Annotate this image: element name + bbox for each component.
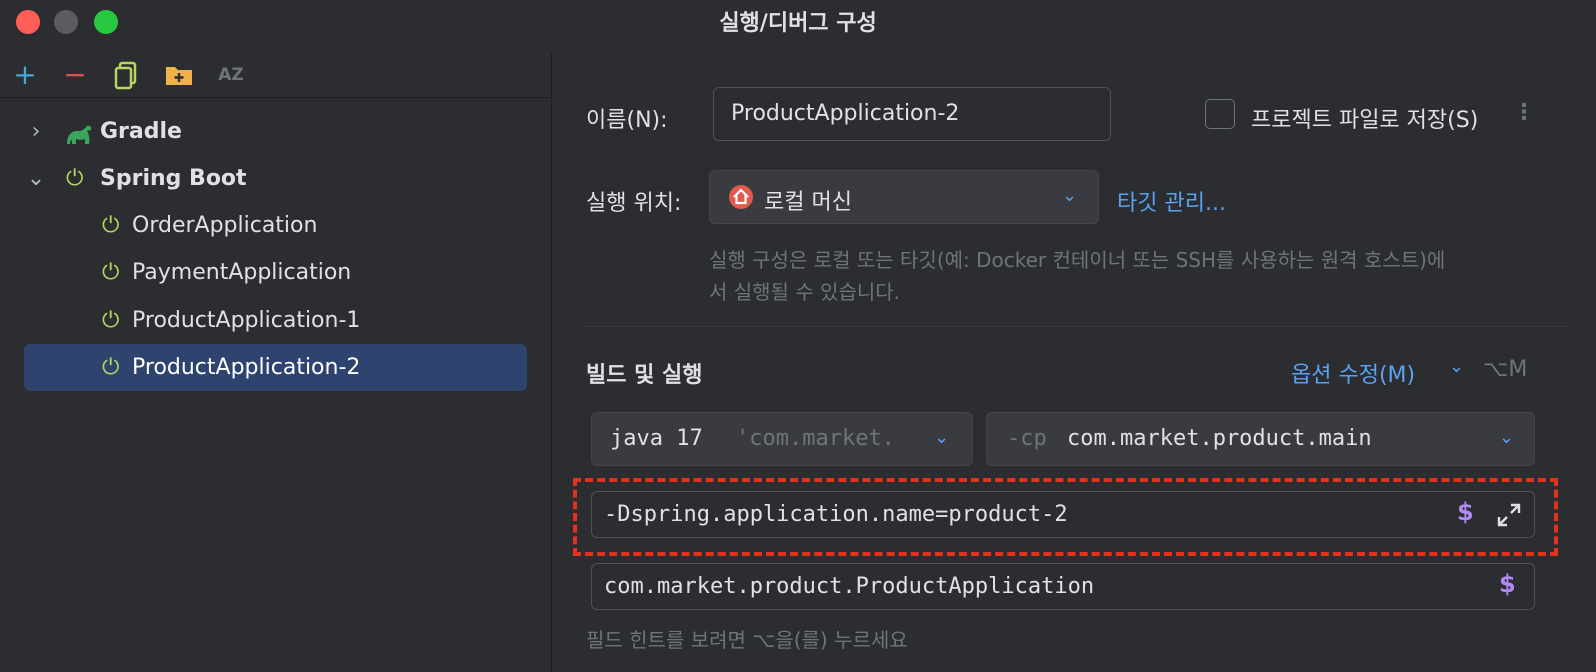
store-as-project-file-checkbox[interactable] bbox=[1205, 99, 1235, 129]
window-title: 실행/디버그 구성 bbox=[719, 11, 877, 36]
name-input-value: ProductApplication-2 bbox=[731, 101, 960, 126]
configurations-sidebar: + − AZ › Gradle ⌄ ⏻ Spring Boot ⏻ OrderA… bbox=[0, 52, 552, 672]
classpath-prefix: -cp bbox=[1007, 426, 1047, 451]
classpath-dropdown[interactable]: -cp com.market.product.main ⌄ bbox=[986, 412, 1535, 466]
modify-options-link[interactable]: 옵션 수정(M) bbox=[1291, 357, 1415, 389]
manage-targets-link[interactable]: 타깃 관리... bbox=[1117, 185, 1226, 217]
copy-icon bbox=[114, 61, 137, 90]
store-as-project-file-label: 프로젝트 파일로 저장(S) bbox=[1251, 108, 1479, 133]
tree-group-gradle[interactable]: › Gradle bbox=[26, 109, 526, 155]
tree-item-label: ProductApplication-1 bbox=[132, 308, 361, 333]
run-on-hint-line: 실행 구성은 로컬 또는 타깃(예: Docker 컨테이너 또는 SSH를 사… bbox=[709, 248, 1446, 272]
spring-boot-icon: ⏻ bbox=[66, 166, 84, 191]
main-class-input[interactable]: com.market.product.ProductApplication $ bbox=[591, 563, 1535, 610]
copy-configuration-button[interactable] bbox=[112, 60, 142, 90]
build-and-run-title: 빌드 및 실행 bbox=[586, 363, 703, 388]
configuration-form: 이름(N): ProductApplication-2 프로젝트 파일로 저장(… bbox=[553, 52, 1596, 672]
chevron-right-icon[interactable]: › bbox=[26, 109, 46, 155]
jre-hint: 'com.market. bbox=[736, 426, 895, 451]
chevron-down-icon: ⌄ bbox=[1062, 185, 1078, 206]
toolbar-divider bbox=[0, 97, 552, 98]
jre-value: java 17 bbox=[610, 426, 703, 451]
tree-item-label: PaymentApplication bbox=[132, 260, 352, 285]
more-options-icon[interactable]: ⋮ bbox=[1513, 100, 1535, 125]
run-on-value: 로컬 머신 bbox=[764, 190, 852, 215]
title-bar: 실행/디버그 구성 bbox=[0, 0, 1596, 52]
sidebar-toolbar: + − AZ bbox=[0, 52, 552, 96]
tree-item-order-application[interactable]: ⏻ OrderApplication bbox=[102, 203, 522, 249]
chevron-down-icon[interactable]: ⌄ bbox=[26, 156, 46, 202]
remove-configuration-button[interactable]: − bbox=[60, 60, 90, 90]
insert-macro-icon[interactable]: $ bbox=[1499, 570, 1516, 598]
run-on-hint: 실행 구성은 로컬 또는 타깃(예: Docker 컨테이너 또는 SSH를 사… bbox=[709, 244, 1569, 308]
add-configuration-button[interactable]: + bbox=[10, 60, 40, 90]
chevron-down-icon: ⌄ bbox=[934, 427, 950, 448]
run-on-dropdown[interactable]: 로컬 머신 ⌄ bbox=[709, 170, 1099, 224]
spring-boot-icon: ⏻ bbox=[102, 355, 120, 380]
modify-options-shortcut: ⌥M bbox=[1483, 357, 1528, 382]
run-on-label: 실행 위치: bbox=[586, 191, 682, 216]
spring-boot-icon: ⏻ bbox=[102, 308, 120, 333]
run-on-hint-line: 서 실행될 수 있습니다. bbox=[709, 280, 901, 304]
name-label: 이름(N): bbox=[586, 108, 668, 133]
classpath-value: com.market.product.main bbox=[1067, 426, 1372, 451]
spring-boot-icon: ⏻ bbox=[102, 260, 120, 285]
sort-alphabetically-button[interactable]: AZ bbox=[216, 60, 246, 90]
jre-dropdown[interactable]: java 17 'com.market. ⌄ bbox=[591, 412, 973, 466]
field-hint: 필드 힌트를 보려면 ⌥을(를) 누르세요 bbox=[586, 628, 908, 652]
new-folder-button[interactable] bbox=[164, 60, 194, 90]
tree-item-payment-application[interactable]: ⏻ PaymentApplication bbox=[102, 250, 522, 296]
spring-boot-icon: ⏻ bbox=[102, 213, 120, 238]
name-input[interactable]: ProductApplication-2 bbox=[713, 87, 1111, 141]
tree-group-spring-boot[interactable]: ⌄ ⏻ Spring Boot bbox=[26, 156, 526, 202]
tree-item-label: ProductApplication-2 bbox=[132, 355, 361, 380]
tree-item-product-application-2[interactable]: ⏻ ProductApplication-2 bbox=[102, 345, 522, 391]
section-divider bbox=[583, 326, 1568, 327]
tree-item-product-application-1[interactable]: ⏻ ProductApplication-1 bbox=[102, 298, 522, 344]
tree-group-label: Gradle bbox=[100, 119, 182, 144]
chevron-down-icon: ⌄ bbox=[1499, 427, 1515, 448]
home-icon bbox=[728, 184, 754, 214]
main-class-value: com.market.product.ProductApplication bbox=[604, 574, 1095, 599]
highlight-annotation bbox=[573, 478, 1558, 556]
chevron-down-icon: ⌄ bbox=[1449, 356, 1465, 377]
tree-item-label: OrderApplication bbox=[132, 213, 318, 238]
tree-group-label: Spring Boot bbox=[100, 166, 247, 191]
folder-add-icon bbox=[166, 67, 192, 85]
